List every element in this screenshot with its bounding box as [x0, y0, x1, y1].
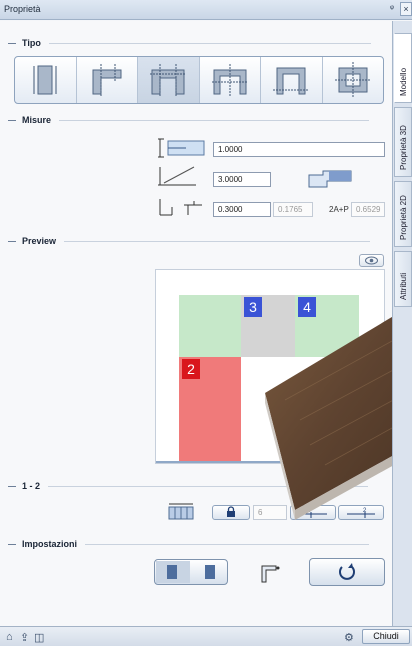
- type-option-straight[interactable]: [15, 57, 77, 103]
- frame-profile-icon: [211, 64, 248, 96]
- section-rule: [85, 543, 370, 545]
- collapse-icon: [8, 42, 16, 44]
- profile-preview-icon: [308, 170, 352, 188]
- formula-label: 2A+P: [329, 205, 349, 214]
- type-option-box[interactable]: [323, 57, 384, 103]
- corner-join-icon[interactable]: [260, 562, 282, 584]
- tab-proprieta-3d[interactable]: Proprietà 3D: [394, 107, 412, 177]
- thickness-readonly-field: 0.1765: [273, 202, 313, 217]
- type-option-double-corner[interactable]: [138, 57, 200, 103]
- orientation-toggle[interactable]: [154, 559, 228, 585]
- type-option-portal[interactable]: [261, 57, 323, 103]
- length-field[interactable]: 3.0000: [213, 172, 271, 187]
- section-rule: [48, 42, 371, 44]
- section-rule: [59, 119, 370, 121]
- side-tabs: Modello Proprietà 3D Proprietà 2D Attrib…: [392, 21, 412, 626]
- window-title: Proprietà: [4, 4, 41, 14]
- close-button[interactable]: ×: [400, 2, 412, 16]
- orientation-icon: [156, 561, 215, 583]
- double-corner-profile-icon: [150, 64, 187, 96]
- section-rule: [64, 240, 371, 242]
- status-bar: ⌂ ⇪ ◫ ⚙ Chiudi: [0, 626, 412, 646]
- tab-label: Modello: [399, 67, 408, 96]
- length-dimension-icon: [158, 166, 196, 186]
- window-titlebar: Proprietà ᵠ ×: [0, 0, 412, 20]
- width-dimension-icon: [158, 138, 205, 158]
- section-title: Misure: [22, 115, 52, 125]
- collapse-icon: [8, 543, 16, 545]
- width-field[interactable]: 1.0000: [213, 142, 385, 157]
- section-header-impostazioni[interactable]: Impostazioni: [8, 538, 370, 550]
- thickness-dimension-icon: [159, 199, 202, 216]
- preview-cell-green-left: [179, 295, 241, 357]
- section-title: Preview: [22, 236, 57, 246]
- export-icon[interactable]: ⇪: [20, 631, 29, 644]
- type-option-frame[interactable]: [200, 57, 261, 103]
- view-toggle-button[interactable]: [359, 254, 384, 267]
- portal-profile-icon: [273, 67, 310, 95]
- box-profile-icon: [334, 62, 371, 98]
- folder-icon[interactable]: ⌂: [6, 631, 13, 643]
- collapse-icon: [8, 240, 16, 242]
- straight-profile-icon: [33, 65, 57, 95]
- badge-3: 3: [244, 297, 262, 317]
- section-title: Impostazioni: [22, 539, 78, 549]
- collapse-icon: [8, 485, 16, 487]
- section-header-misure[interactable]: Misure: [8, 114, 370, 126]
- type-selector: [14, 56, 384, 104]
- settings-gear-icon[interactable]: ⚙: [344, 631, 354, 644]
- lock-button[interactable]: [212, 505, 250, 520]
- section-header-preview[interactable]: Preview: [8, 235, 371, 247]
- section-title: 1 - 2: [22, 481, 41, 491]
- pin-icon[interactable]: ᵠ: [390, 3, 394, 13]
- lock-icon: [227, 506, 235, 517]
- thickness-field[interactable]: 0.3000: [213, 202, 271, 217]
- section-title: Tipo: [22, 38, 41, 48]
- tab-attributi[interactable]: Attributi: [394, 251, 412, 307]
- tab-modello[interactable]: Modello: [394, 33, 412, 103]
- tab-label: Proprietà 3D: [399, 125, 408, 170]
- wood-board-render: [265, 305, 412, 520]
- tab-label: Attributi: [399, 272, 408, 300]
- segment-width-icon: [168, 503, 194, 520]
- tab-label: Proprietà 2D: [399, 195, 408, 240]
- tab-proprieta-2d[interactable]: Proprietà 2D: [394, 181, 412, 247]
- close-dialog-button[interactable]: Chiudi: [362, 629, 410, 644]
- badge-2: 2: [182, 359, 200, 379]
- type-option-corner[interactable]: [77, 57, 138, 103]
- eye-icon: [365, 256, 378, 265]
- collapse-icon: [8, 119, 16, 121]
- panel-icon[interactable]: ◫: [34, 631, 44, 644]
- formula-field: 0.6529: [351, 202, 385, 217]
- corner-profile-icon: [92, 64, 122, 96]
- section-header-tipo[interactable]: Tipo: [8, 37, 371, 49]
- refresh-icon: [339, 563, 355, 580]
- reset-button[interactable]: [309, 558, 385, 586]
